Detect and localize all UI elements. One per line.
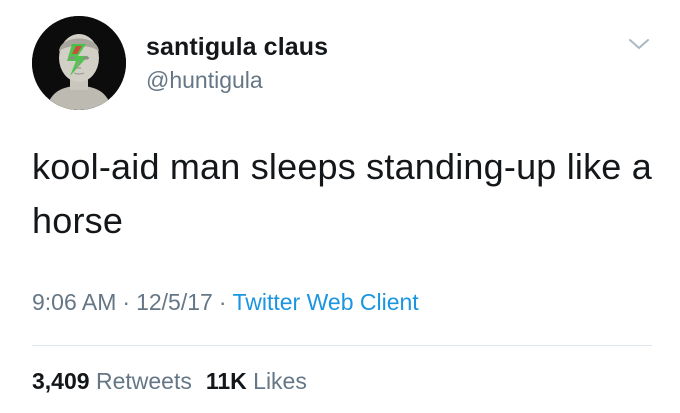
likes-count: 11K — [205, 368, 247, 394]
likes-stat[interactable]: 11K Likes — [206, 368, 307, 394]
divider — [32, 345, 652, 346]
user-handle[interactable]: @huntigula — [146, 67, 263, 94]
retweets-count: 3,409 — [32, 368, 90, 394]
tweet-stats: 3,409 Retweets 11K Likes — [32, 368, 307, 395]
tweet-date[interactable]: 12/5/17 — [136, 289, 213, 315]
meta-separator: · — [122, 289, 131, 315]
retweets-stat[interactable]: 3,409 Retweets — [32, 368, 192, 394]
chevron-down-icon[interactable] — [626, 34, 652, 54]
tweet-client-link[interactable]: Twitter Web Client — [232, 289, 418, 315]
tweet-time[interactable]: 9:06 AM — [32, 289, 116, 315]
display-name[interactable]: santigula claus — [146, 33, 328, 62]
tweet-card: santigula claus @huntigula kool-aid man … — [0, 0, 680, 413]
avatar-image — [32, 16, 126, 110]
retweets-label: Retweets — [95, 368, 192, 394]
avatar[interactable] — [32, 16, 126, 110]
likes-label: Likes — [253, 368, 307, 394]
tweet-text: kool-aid man sleeps standing-up like a h… — [32, 146, 652, 241]
meta-separator: · — [218, 289, 227, 315]
tweet-metadata: 9:06 AM · 12/5/17 · Twitter Web Client — [32, 289, 419, 316]
